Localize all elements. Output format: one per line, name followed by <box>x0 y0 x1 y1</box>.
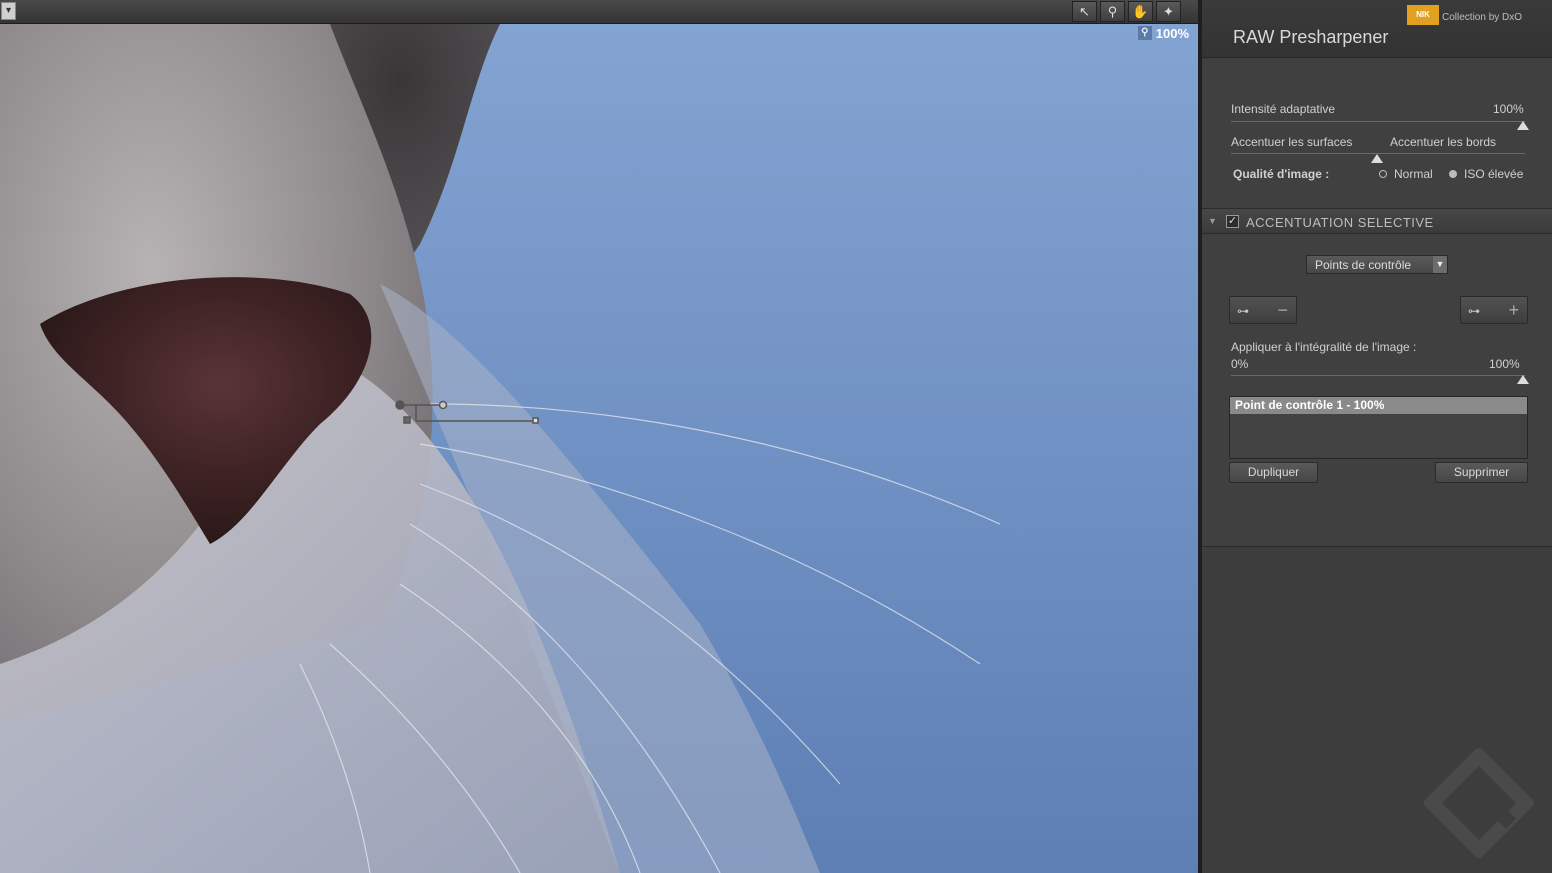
brand-text: Collection by DxO <box>1442 12 1523 23</box>
zoom-icon[interactable]: ⚲ <box>1100 1 1125 22</box>
adaptive-intensity-value: 100% <box>1493 102 1524 116</box>
iso-high-radio[interactable] <box>1449 170 1457 178</box>
mode-dropdown-value: Points de contrôle <box>1315 258 1412 272</box>
delete-button[interactable]: Supprimer <box>1435 462 1528 483</box>
surfaces-edges-handle[interactable] <box>1371 154 1383 163</box>
adaptive-intensity-label: Intensité adaptative <box>1231 102 1336 116</box>
zoom-icon: ⚲ <box>1137 26 1152 40</box>
hand-icon[interactable]: ✋ <box>1128 1 1153 22</box>
chevron-down-icon[interactable]: ▾ <box>1 2 16 20</box>
nik-logo: NIK <box>1407 5 1439 25</box>
minus-icon: − <box>1277 300 1288 320</box>
light-icon[interactable]: ✦ <box>1156 1 1181 22</box>
adaptive-intensity-handle[interactable] <box>1517 121 1529 130</box>
apply-whole-image-track[interactable] <box>1231 375 1525 376</box>
sharpening-section: Intensité adaptative 100% Accentuer les … <box>1202 59 1552 207</box>
zoom-indicator: ⚲ 100% <box>1137 26 1192 42</box>
collapse-chevron-icon[interactable]: ▼ <box>1208 216 1217 226</box>
selective-sharpening-header[interactable]: ▼ ✓ ACCENTUATION SELECTIVE <box>1202 208 1552 234</box>
image-canvas[interactable]: ⚲ 100% <box>0 24 1198 873</box>
panel-header: NIK Collection by DxO RAW Presharpener <box>1202 0 1552 58</box>
panel-title: RAW Presharpener <box>1233 27 1389 47</box>
negative-control-point-button[interactable]: ⊶ − <box>1229 296 1297 324</box>
apply-max-label: 100% <box>1489 357 1520 371</box>
watermark-logo <box>1424 748 1534 858</box>
apply-whole-image-label: Appliquer à l'intégralité de l'image : <box>1231 340 1417 354</box>
selective-title: ACCENTUATION SELECTIVE <box>1246 215 1434 230</box>
control-point-icon: ⊶ <box>1468 304 1480 318</box>
adaptive-intensity-track[interactable] <box>1231 121 1525 122</box>
image-toolbar: ▾ ↖ ⚲ ✋ ✦ <box>0 0 1198 24</box>
normal-radio[interactable] <box>1379 170 1387 178</box>
cat-photo <box>0 24 1198 873</box>
iso-high-radio-label: ISO élevée <box>1464 167 1524 181</box>
normal-radio-label: Normal <box>1394 167 1433 181</box>
selective-sharpening-section: Points de contrôle ▼ ⊶ − ⊶ + Appliquer à… <box>1202 235 1552 547</box>
zoom-level: 100% <box>1155 26 1189 41</box>
duplicate-button[interactable]: Dupliquer <box>1229 462 1318 483</box>
positive-control-point-button[interactable]: ⊶ + <box>1460 296 1528 324</box>
chevron-down-icon: ▼ <box>1433 256 1447 273</box>
selective-enable-checkbox[interactable]: ✓ <box>1226 215 1239 228</box>
apply-whole-image-handle[interactable] <box>1517 375 1529 384</box>
list-item[interactable]: Point de contrôle 1 - 100% <box>1230 397 1527 414</box>
control-point-list[interactable]: Point de contrôle 1 - 100% <box>1229 396 1528 459</box>
pointer-icon[interactable]: ↖ <box>1072 1 1097 22</box>
app-window: ▾ ↖ ⚲ ✋ ✦ ⚲ 100% NIK Collection by DxO R… <box>0 0 1552 873</box>
image-quality-label: Qualité d'image : <box>1233 167 1330 181</box>
settings-panel: NIK Collection by DxO RAW Presharpener I… <box>1202 0 1552 873</box>
mode-dropdown[interactable]: Points de contrôle ▼ <box>1306 255 1448 274</box>
apply-min-label: 0% <box>1231 357 1249 371</box>
control-point-icon: ⊶ <box>1237 304 1249 318</box>
surfaces-label: Accentuer les surfaces <box>1231 135 1353 149</box>
edges-label: Accentuer les bords <box>1390 135 1497 149</box>
plus-icon: + <box>1508 300 1519 320</box>
